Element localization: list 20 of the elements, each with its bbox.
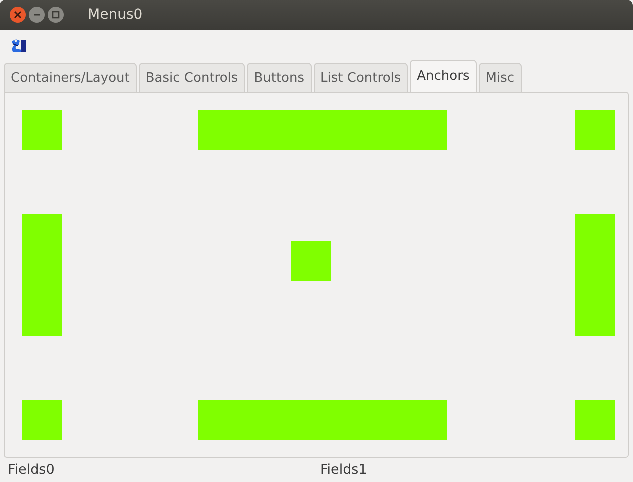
anchored-panel [575,400,615,440]
status-field: Fields0 [8,462,320,478]
status-field: Fields1 [320,462,633,478]
close-icon [14,11,22,19]
anchored-panel [22,400,62,440]
tab[interactable]: Basic Controls [138,63,246,92]
anchored-panel [22,110,62,150]
close-button[interactable] [10,7,26,23]
tab[interactable]: Containers/Layout [4,63,137,92]
window-title: Menus0 [88,7,143,23]
maximize-icon [52,11,60,19]
tab[interactable]: Misc [478,63,522,92]
tab[interactable]: Buttons [247,63,312,92]
maximize-button[interactable] [48,7,64,23]
anchored-panel [575,110,615,150]
minimize-button[interactable] [29,7,45,23]
tab[interactable]: List Controls [314,63,408,92]
tab[interactable]: Anchors [410,60,477,92]
app-icon[interactable] [10,37,27,53]
anchored-panel [291,241,331,281]
